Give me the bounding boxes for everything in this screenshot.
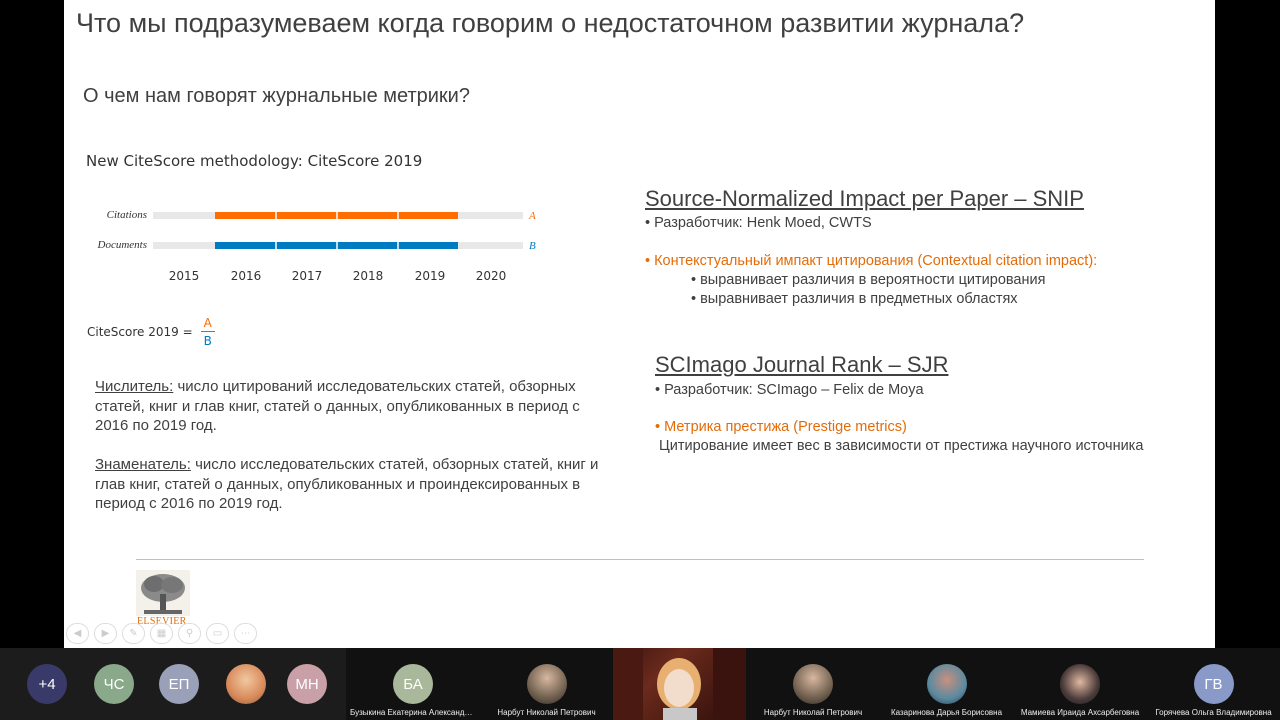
slide-title: Что мы подразумеваем когда говорим о нед… [76, 8, 1025, 38]
slide-subtitle: О чем нам говорят журнальные метрики? [83, 85, 470, 107]
more-options-icon[interactable]: ⋯ [234, 623, 257, 644]
documents-label: Documents [97, 239, 148, 251]
participant-name: Мамиева Ираида Ахсарбеговна [1020, 708, 1140, 717]
active-speaker-video[interactable] [613, 648, 746, 720]
footer-divider [136, 559, 1144, 560]
prev-slide-icon[interactable]: ◀ [66, 623, 89, 644]
participant-name: Нарбут Николай Петрович [497, 708, 596, 717]
participant-tile[interactable]: Нарбут Николай Петрович [746, 648, 880, 720]
participant-tile[interactable]: ЧС [94, 648, 134, 720]
formula-label: CiteScore 2019 = [87, 325, 193, 339]
sjr-description: Цитирование имеет вес в зависимости от п… [659, 438, 1144, 454]
participant-tile[interactable]: +4 [0, 648, 94, 720]
avatar-photo [526, 664, 567, 704]
participant-tile[interactable] [224, 648, 268, 720]
formula-denominator: B [203, 334, 212, 348]
participant-tile[interactable]: Казаринова Дарья Борисовна [880, 648, 1013, 720]
citations-label: Citations [107, 209, 147, 221]
avatar: БА [393, 664, 433, 704]
year-2020: 2020 [476, 269, 507, 283]
citescore-timeline-chart: Citations A Documents B 2015 2016 2017 2… [97, 209, 537, 283]
avatar-photo [793, 664, 833, 704]
participant-name: Горячева Ольга Владимировна [1155, 708, 1272, 717]
participant-tile[interactable]: ГВ Горячева Ольга Владимировна [1147, 648, 1280, 720]
avatar: МН [287, 664, 327, 704]
presentation-slide: Что мы подразумеваем когда говорим о нед… [64, 0, 1215, 648]
year-2015: 2015 [169, 269, 200, 283]
citescore-title: New CiteScore methodology: CiteScore 201… [86, 152, 423, 170]
avatar: ЕП [159, 664, 199, 704]
numerator-label: Числитель: [95, 378, 174, 395]
zoom-icon[interactable]: ⚲ [178, 623, 201, 644]
avatar: ГВ [1193, 664, 1234, 704]
participant-tile[interactable]: Мамиева Ираида Ахсарбеговна [1013, 648, 1147, 720]
documents-letter: B [529, 240, 536, 252]
snip-title: Source-Normalized Impact per Paper – SNI… [645, 186, 1084, 211]
sjr-highlight: • Метрика престижа (Prestige metrics) [655, 419, 907, 435]
snip-highlight: • Контекстуальный импакт цитирования (Co… [645, 253, 1098, 269]
snip-developer: • Разработчик: Henk Moed, CWTS [645, 215, 872, 231]
sjr-developer: • Разработчик: SCImago – Felix de Moya [655, 382, 924, 398]
next-slide-icon[interactable]: ▶ [94, 623, 117, 644]
avatar-photo [926, 664, 967, 704]
participant-tile[interactable]: МН [268, 648, 346, 720]
participant-tile[interactable]: ЕП [134, 648, 224, 720]
slides-grid-icon[interactable]: ▦ [150, 623, 173, 644]
formula-fraction: A B [200, 316, 215, 348]
sjr-title: SCImago Journal Rank – SJR [655, 352, 949, 377]
speaker-video-frame [613, 648, 746, 720]
avatar: ЧС [94, 664, 134, 704]
participant-name: Бузыкина Екатерина Александров... [350, 708, 480, 717]
formula-numerator: A [200, 316, 215, 332]
avatar-photo [226, 664, 266, 704]
numerator-description: Числитель: число цитирований исследовате… [95, 377, 605, 436]
citescore-formula: CiteScore 2019 = A B [87, 316, 215, 348]
avatar-photo [1060, 664, 1100, 704]
denominator-label: Знаменатель: [95, 456, 191, 473]
snip-sub-2: • выравнивает различия в предметных обла… [691, 291, 1018, 307]
participant-tile[interactable]: БА Бузыкина Екатерина Александров... [346, 648, 480, 720]
year-2017: 2017 [292, 269, 323, 283]
year-2018: 2018 [353, 269, 384, 283]
avatar: +4 [27, 664, 67, 704]
participant-name: Казаринова Дарья Борисовна [890, 708, 1003, 717]
year-2016: 2016 [231, 269, 262, 283]
snip-sub-1: • выравнивает различия в вероятности цит… [691, 272, 1046, 288]
year-2019: 2019 [415, 269, 446, 283]
slide-controls: ◀ ▶ ✎ ▦ ⚲ ▭ ⋯ [66, 623, 257, 644]
citations-letter: A [528, 210, 536, 222]
subtitles-icon[interactable]: ▭ [206, 623, 229, 644]
pen-icon[interactable]: ✎ [122, 623, 145, 644]
participant-tile[interactable]: Нарбут Николай Петрович [480, 648, 613, 720]
participant-name: Нарбут Николай Петрович [763, 708, 863, 717]
denominator-description: Знаменатель: число исследовательских ста… [95, 455, 605, 514]
